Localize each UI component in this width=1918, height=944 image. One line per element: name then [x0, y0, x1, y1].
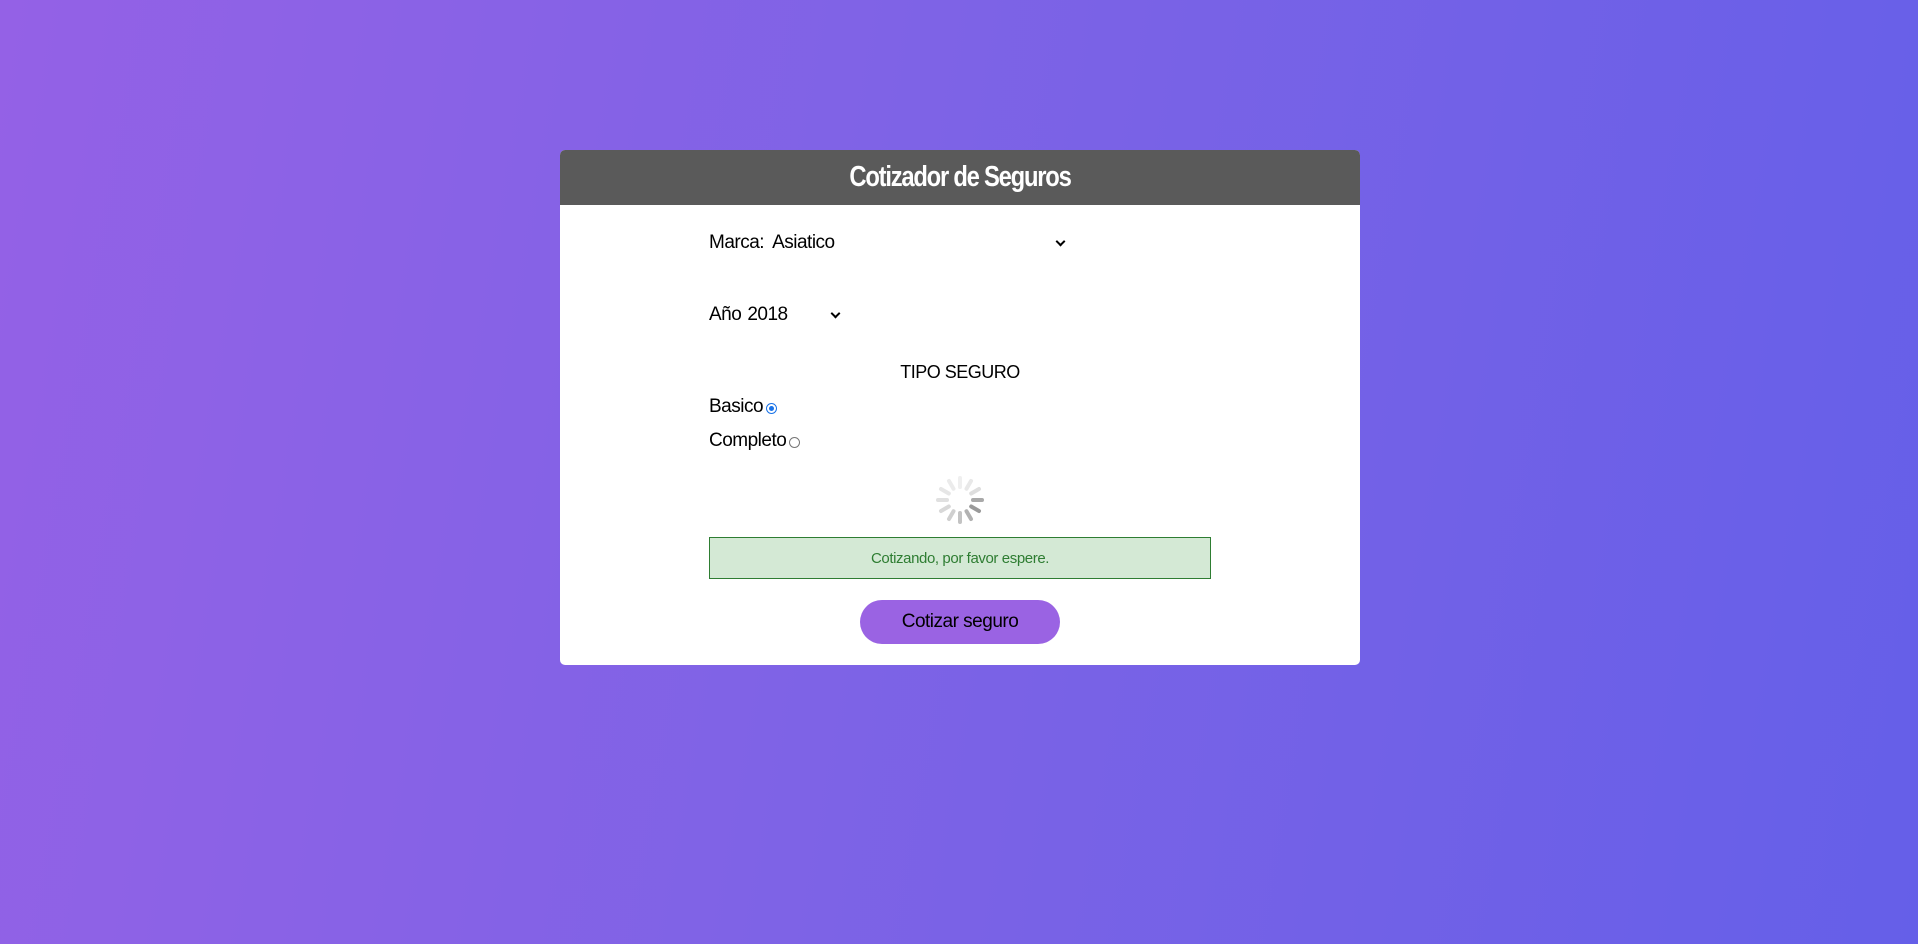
cotizar-seguro-button[interactable]: Cotizar seguro — [860, 600, 1060, 644]
radio-basico-label: Basico — [709, 396, 764, 417]
marca-select-value: Asiatico — [772, 232, 835, 253]
radio-completo-label: Completo — [709, 430, 787, 451]
year-label: Año — [709, 304, 742, 325]
radio-completo[interactable]: Completo — [709, 430, 801, 452]
status-alert: Cotizando, por favor espere. — [709, 537, 1211, 579]
marca-field: Marca: Asiatico — [709, 232, 1066, 254]
radio-basico[interactable]: Basico — [709, 396, 778, 418]
radio-basico-input[interactable] — [766, 403, 778, 414]
chevron-down-icon — [1054, 237, 1066, 249]
quote-card: Cotizador de Seguros Marca: Asiatico Año… — [560, 150, 1360, 665]
marca-select[interactable]: Asiatico — [772, 232, 1066, 254]
radio-completo-input[interactable] — [789, 437, 801, 448]
marca-label: Marca: — [709, 232, 765, 253]
loading-spinner-icon — [936, 476, 984, 524]
quote-form: Marca: Asiatico Año 2018 TIPO SEGURO Bas… — [709, 150, 1211, 665]
tipo-seguro-title: TIPO SEGURO — [900, 362, 1020, 382]
year-select[interactable]: 2018 — [747, 304, 841, 326]
chevron-down-icon — [829, 309, 841, 321]
year-select-value: 2018 — [747, 304, 788, 325]
year-field: Año 2018 — [709, 304, 841, 326]
